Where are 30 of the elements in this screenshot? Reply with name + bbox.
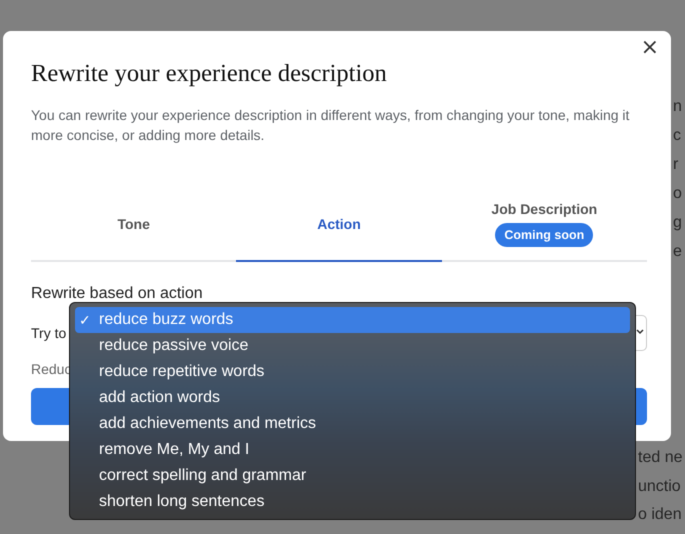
background-text: o [673,184,682,204]
background-text: ted ne [638,448,682,468]
select-label: Try to [31,325,67,341]
dropdown-option[interactable]: reduce passive voice [75,333,630,359]
background-text: n [673,97,682,117]
background-text: o iden [638,505,682,525]
dialog-title: Rewrite your experience description [31,60,388,88]
dropdown-option[interactable]: reduce repetitive words [75,359,630,385]
hint-text: Reduc [31,361,72,377]
tab[interactable]: Action [236,187,442,262]
chevron-icon [636,328,644,336]
dropdown-option[interactable]: add action words [75,385,630,411]
tab-label: Job Description [491,200,598,216]
dropdown-option[interactable]: ✓ reduce buzz words [75,307,630,333]
background-text: g [673,213,682,233]
coming-soon-badge: Coming soon [495,222,594,246]
dropdown-option[interactable]: shorten long sentences [75,489,630,515]
background-text: r [673,155,680,175]
check-icon: ✓ [79,312,96,328]
dropdown-option[interactable]: add achievements and metrics [75,411,630,437]
background-text: c [673,126,682,146]
tab[interactable]: Job Description Coming soon [442,187,647,262]
background-text: unctio [638,476,682,496]
tab[interactable]: Tone [31,187,236,262]
close-button[interactable]: × [636,37,663,59]
background-text: e [673,242,682,262]
dropdown-option[interactable]: correct spelling and grammar [75,463,630,489]
section-title: Rewrite based on action [31,285,204,303]
dialog-description: You can rewrite your experience description in different ways, from changing your tone, making it more concise, or adding more details. [31,106,630,145]
dropdown-option[interactable]: remove Me, My and I [75,437,630,463]
